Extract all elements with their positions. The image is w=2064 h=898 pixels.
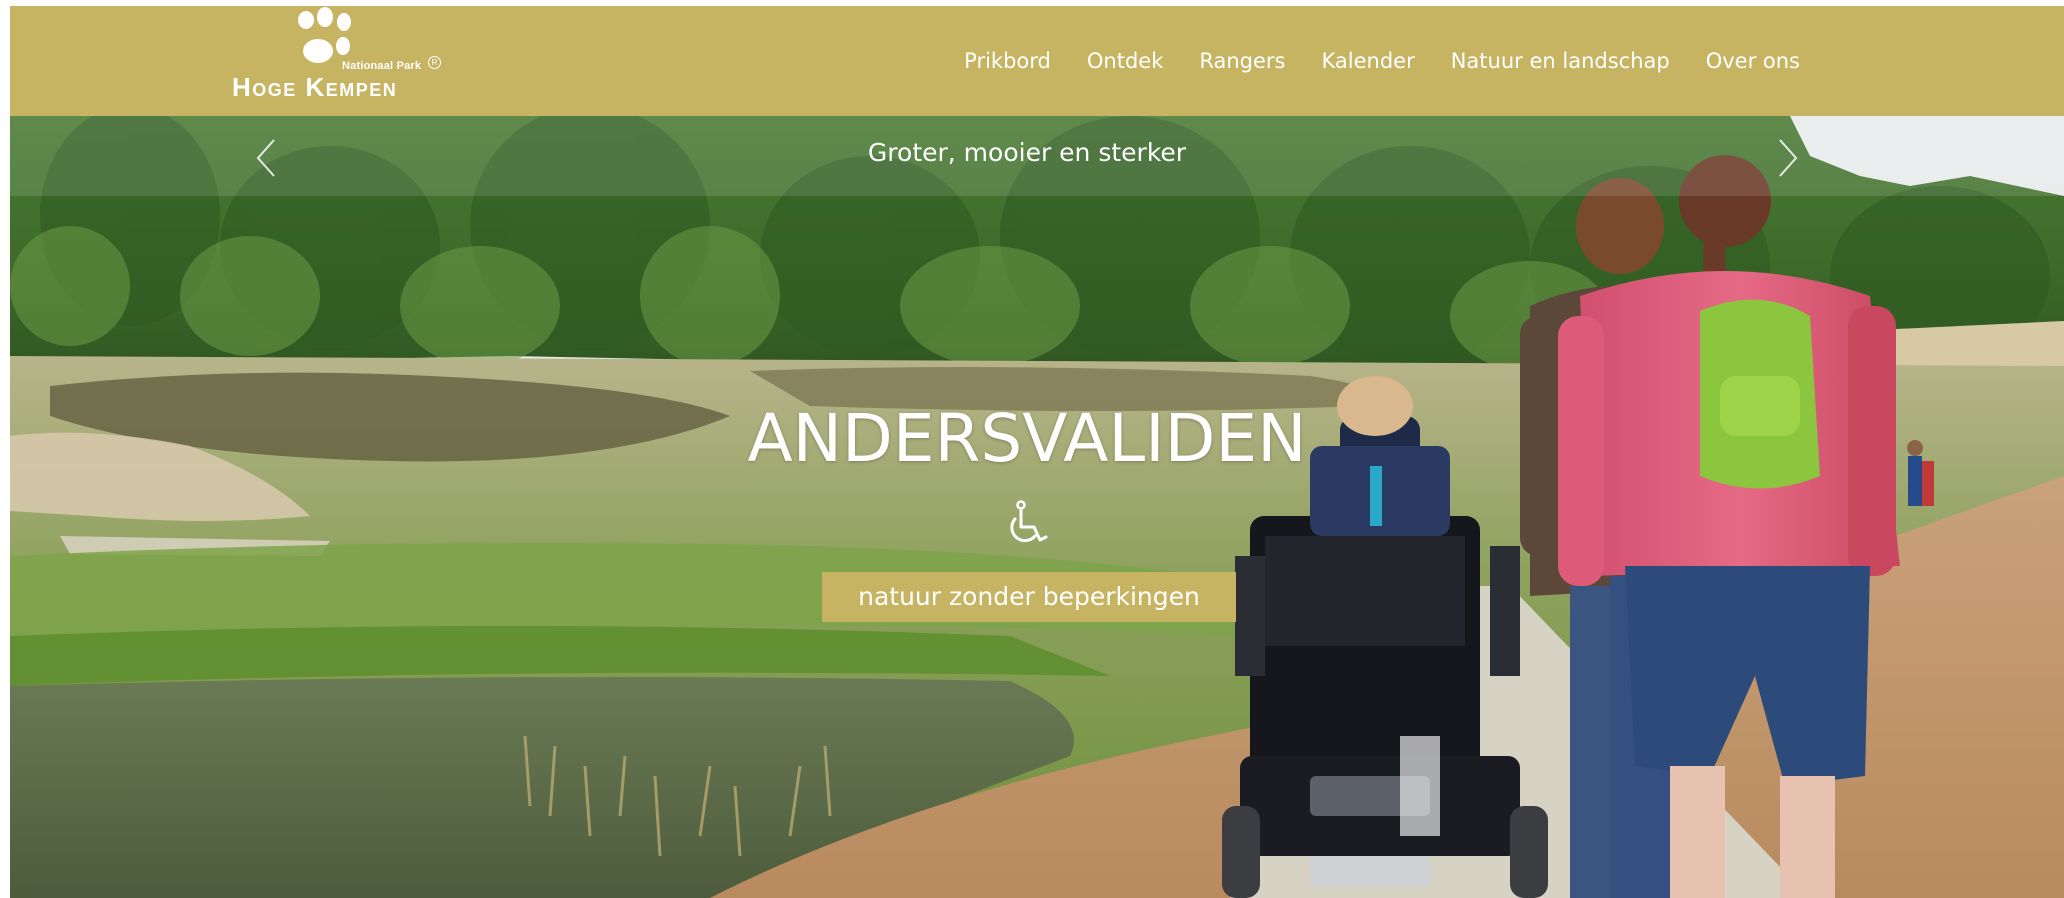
chevron-right-icon[interactable] xyxy=(1766,136,1806,180)
wheelchair-icon xyxy=(1010,500,1048,543)
chevron-left-icon[interactable] xyxy=(248,136,288,180)
nav-item-prikbord[interactable]: Prikbord xyxy=(946,49,1069,73)
nav-item-over-ons[interactable]: Over ons xyxy=(1688,49,1818,73)
paw-print-icon xyxy=(298,7,351,63)
slide-caption: Groter, mooier en sterker xyxy=(867,138,1187,167)
nav-item-natuur-en-landschap[interactable]: Natuur en landschap xyxy=(1433,49,1688,73)
hero-title: ANDERSVALIDEN xyxy=(747,400,1307,477)
nav-item-rangers[interactable]: Rangers xyxy=(1181,49,1303,73)
registered-mark: R xyxy=(428,56,441,69)
website: Nationaal Park R Hoge Kempen Prikbord On… xyxy=(10,6,2064,898)
main-nav: Prikbord Ontdek Rangers Kalender Natuur … xyxy=(946,6,1818,116)
page: Nationaal Park R Hoge Kempen Prikbord On… xyxy=(0,0,2064,898)
hero-slider: Groter, mooier en sterker ANDERSVALIDEN … xyxy=(10,116,2064,898)
logo-title: Hoge Kempen xyxy=(232,72,398,102)
logo-subtitle: Nationaal Park xyxy=(342,60,422,72)
nav-item-kalender[interactable]: Kalender xyxy=(1304,49,1433,73)
nav-item-ontdek[interactable]: Ontdek xyxy=(1069,49,1181,73)
cta-button[interactable]: natuur zonder beperkingen xyxy=(822,572,1236,622)
logo[interactable]: Nationaal Park R Hoge Kempen xyxy=(232,6,452,116)
site-header: Nationaal Park R Hoge Kempen Prikbord On… xyxy=(10,6,2064,116)
